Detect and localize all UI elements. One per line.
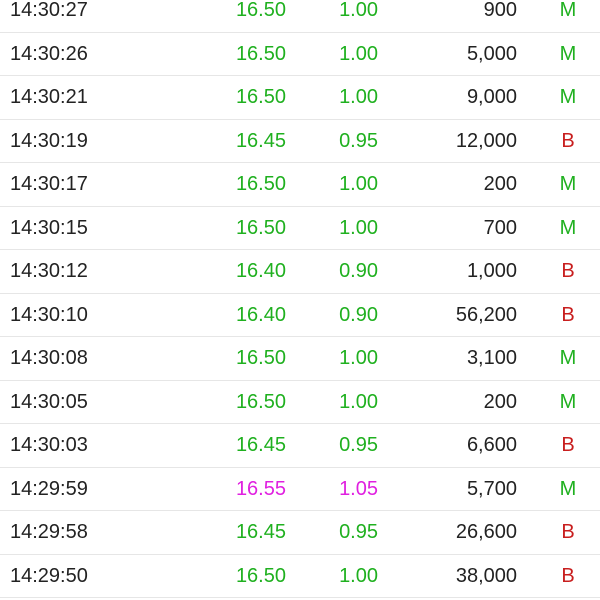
trade-change: 1.00 (339, 0, 378, 22)
trade-change: 1.00 (339, 216, 378, 239)
trade-volume: 900 (483, 0, 517, 22)
trade-change: 1.00 (339, 390, 378, 413)
trade-volume: 3,100 (466, 347, 517, 370)
trade-change: 0.95 (339, 521, 378, 544)
trade-time: 14:29:58 (10, 521, 88, 544)
trade-price: 16.55 (235, 477, 286, 500)
trade-side: M (559, 477, 577, 500)
trade-side: B (561, 260, 575, 283)
trade-volume: 200 (483, 173, 517, 196)
trade-volume: 9,000 (466, 86, 517, 109)
table-row[interactable]: 14:30:15 16.50 1.00 700 M (0, 207, 600, 250)
trade-time: 14:30:03 (10, 434, 88, 457)
trade-price: 16.50 (235, 390, 286, 413)
trade-time: 14:30:19 (10, 129, 88, 152)
trade-change: 1.00 (339, 347, 378, 370)
trade-time: 14:30:15 (10, 216, 88, 239)
trade-time: 14:30:10 (10, 303, 88, 326)
trade-side: M (559, 0, 577, 22)
trade-volume: 6,600 (466, 434, 517, 457)
trade-price: 16.50 (235, 173, 286, 196)
trade-time: 14:30:21 (10, 86, 88, 109)
trade-price: 16.45 (235, 434, 286, 457)
table-row[interactable]: 14:30:08 16.50 1.00 3,100 M (0, 337, 600, 381)
trade-price: 16.50 (235, 86, 286, 109)
trade-time: 14:30:08 (10, 347, 88, 370)
trade-change: 0.90 (339, 260, 378, 283)
trade-price: 16.50 (235, 0, 286, 22)
trade-price: 16.45 (235, 521, 286, 544)
trade-time: 14:30:27 (10, 0, 88, 22)
trade-side: M (559, 86, 577, 109)
trade-volume: 1,000 (466, 260, 517, 283)
trade-price: 16.40 (235, 303, 286, 326)
trade-time: 14:30:26 (10, 42, 88, 65)
trade-change: 0.90 (339, 303, 378, 326)
trade-volume: 38,000 (455, 564, 517, 587)
trade-change: 1.00 (339, 564, 378, 587)
table-row[interactable]: 14:30:19 16.45 0.95 12,000 B (0, 120, 600, 163)
trade-side: B (561, 303, 575, 326)
trade-side: M (559, 42, 577, 65)
table-row[interactable]: 14:30:12 16.40 0.90 1,000 B (0, 250, 600, 294)
trade-side: M (559, 173, 577, 196)
trade-change: 0.95 (339, 434, 378, 457)
trade-price: 16.50 (235, 216, 286, 239)
table-row[interactable]: 14:30:03 16.45 0.95 6,600 B (0, 424, 600, 468)
trade-side: B (561, 564, 575, 587)
trade-side: M (559, 347, 577, 370)
trade-side: B (561, 434, 575, 457)
table-row[interactable]: 14:30:10 16.40 0.90 56,200 B (0, 294, 600, 337)
trade-volume: 12,000 (455, 129, 517, 152)
trade-price: 16.50 (235, 564, 286, 587)
table-row[interactable]: 14:30:21 16.50 1.00 9,000 M (0, 76, 600, 120)
trade-volume: 56,200 (455, 303, 517, 326)
trade-change: 1.00 (339, 86, 378, 109)
trade-change: 0.95 (339, 129, 378, 152)
trade-volume: 700 (483, 216, 517, 239)
trade-volume: 26,600 (455, 521, 517, 544)
trade-volume: 200 (483, 390, 517, 413)
table-row[interactable]: 14:29:58 16.45 0.95 26,600 B (0, 511, 600, 555)
trade-volume: 5,700 (466, 477, 517, 500)
trade-price: 16.50 (235, 347, 286, 370)
table-row[interactable]: 14:30:27 16.50 1.00 900 M (0, 0, 600, 33)
trade-side: M (559, 216, 577, 239)
trade-volume: 5,000 (466, 42, 517, 65)
table-row[interactable]: 14:30:05 16.50 1.00 200 M (0, 381, 600, 424)
trade-change: 1.00 (339, 42, 378, 65)
trade-change: 1.05 (339, 477, 378, 500)
trade-time: 14:30:12 (10, 260, 88, 283)
trade-change: 1.00 (339, 173, 378, 196)
trade-price: 16.50 (235, 42, 286, 65)
table-row[interactable]: 14:30:17 16.50 1.00 200 M (0, 163, 600, 207)
trade-side: M (559, 390, 577, 413)
table-row[interactable]: 14:30:26 16.50 1.00 5,000 M (0, 33, 600, 76)
trade-list: 14:30:27 16.50 1.00 900 M 14:30:26 16.50 1.00 5,… (0, 0, 600, 598)
trade-price: 16.45 (235, 129, 286, 152)
trade-side: B (561, 129, 575, 152)
trade-time: 14:30:17 (10, 173, 88, 196)
trade-side: B (561, 521, 575, 544)
table-row[interactable]: 14:29:59 16.55 1.05 5,700 M (0, 468, 600, 511)
trade-time: 14:30:05 (10, 390, 88, 413)
trade-time: 14:29:59 (10, 477, 88, 500)
trade-time: 14:29:50 (10, 564, 88, 587)
trade-price: 16.40 (235, 260, 286, 283)
table-row[interactable]: 14:29:50 16.50 1.00 38,000 B (0, 555, 600, 598)
